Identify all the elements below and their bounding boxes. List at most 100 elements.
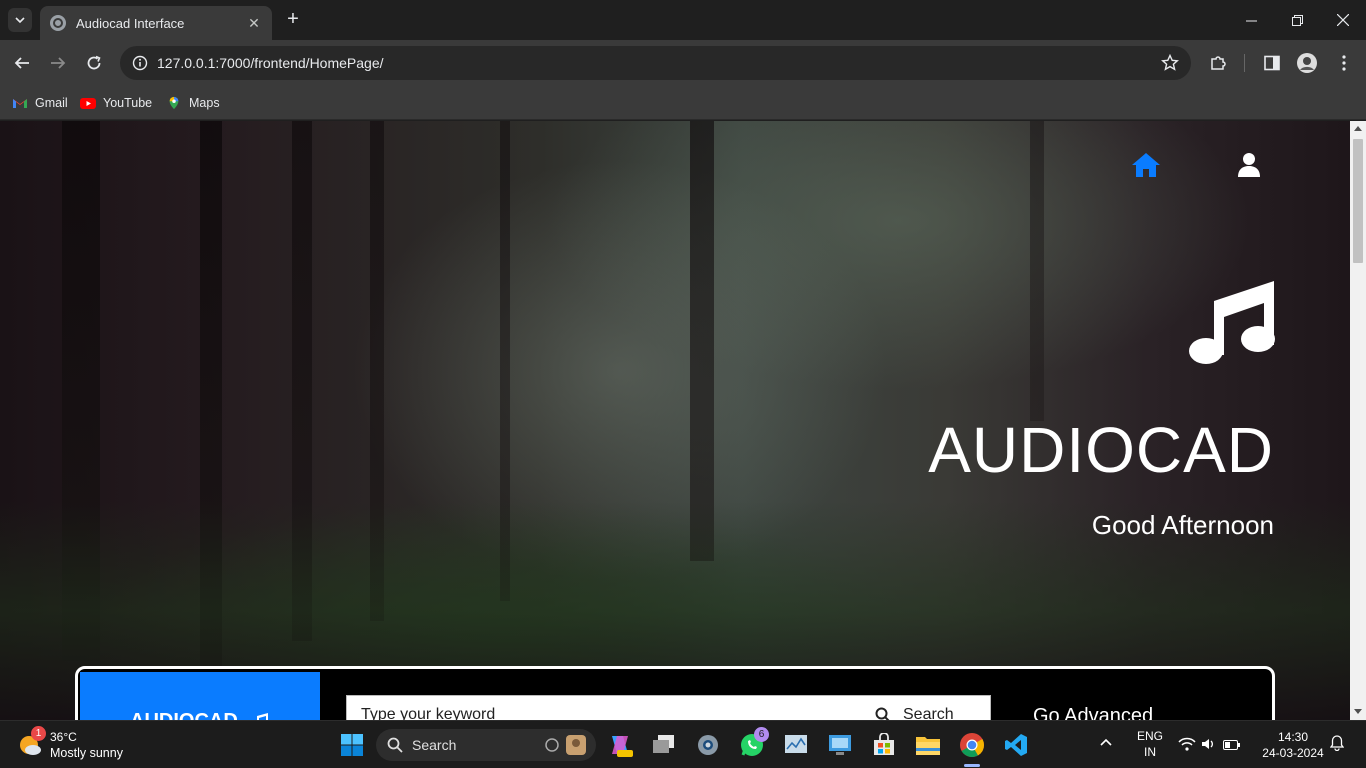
whatsapp-badge: 6 [754,727,769,742]
search-input[interactable] [361,706,841,720]
tab-title: Audiocad Interface [76,15,185,31]
bookmark-maps[interactable]: Maps [166,93,220,113]
active-app-indicator [964,764,980,767]
chevron-down-icon [15,17,25,24]
notifications-button[interactable] [1329,735,1345,754]
minimize-icon [1245,20,1257,21]
scroll-down-arrow[interactable] [1354,709,1362,714]
gear-icon [698,735,718,755]
minimize-button[interactable] [1228,0,1274,40]
maps-icon [169,96,179,110]
gmail-icon [13,99,27,108]
chrome-icon [960,733,984,758]
background-tree [690,121,714,561]
start-button[interactable] [336,729,368,761]
avatar-icon [1297,53,1317,73]
search-brand-label: AUDIOCAD [130,710,238,720]
profile-avatar[interactable] [1297,53,1317,73]
taskbar-task-view[interactable] [648,729,680,761]
tab-close-icon[interactable]: ✕ [246,15,262,32]
browser-toolbar: 127.0.0.1:7000/frontend/HomePage/ [0,40,1366,86]
scroll-up-arrow[interactable] [1354,126,1362,131]
forward-button[interactable] [46,51,70,75]
taskbar-chrome[interactable] [956,729,988,761]
info-icon[interactable] [132,55,148,71]
folder-icon [916,737,940,755]
globe-icon [50,15,66,31]
restore-icon [1291,14,1303,26]
taskbar-vscode[interactable] [1000,729,1032,761]
page-scrollbar[interactable] [1350,121,1366,720]
taskbar-search[interactable]: Search [376,729,596,761]
vscode-icon [1005,734,1027,756]
copilot-icon [612,736,633,757]
bell-icon [1329,735,1345,752]
puzzle-icon [1211,56,1226,70]
language-region: IN [1144,745,1156,759]
weather-badge: 1 [31,726,46,741]
bookmarks-bar: Gmail YouTube Maps [0,86,1366,120]
show-hidden-icons[interactable] [1100,735,1112,749]
clock-date: 24-03-2024 [1262,746,1324,760]
search-button-label: Search [903,706,954,720]
youtube-icon [80,98,96,109]
search-field[interactable]: Search [346,695,991,720]
bookmark-label: Gmail [35,96,68,110]
weather-desc: Mostly sunny [50,746,123,760]
music-note-icon [257,713,269,720]
arrow-left-icon [14,57,29,69]
back-button[interactable] [10,51,34,75]
side-panel-button[interactable] [1262,53,1282,73]
clock-time: 14:30 [1277,730,1309,744]
toolbar-divider [1244,54,1245,72]
bookmark-gmail[interactable]: Gmail [12,93,68,113]
arrow-right-icon [51,57,66,69]
taskbar-whatsapp[interactable]: 6 [736,727,769,761]
background-tree [1030,121,1044,421]
chart-app-icon [785,735,807,753]
taskbar-copilot[interactable] [604,729,636,761]
clock[interactable]: 14:30 24-03-2024 [1258,730,1328,760]
taskbar-store[interactable] [868,729,900,761]
reload-button[interactable] [82,51,106,75]
extensions-button[interactable] [1208,53,1228,73]
url-text[interactable]: 127.0.0.1:7000/frontend/HomePage/ [157,55,384,71]
star-icon[interactable] [1161,54,1179,72]
home-icon[interactable] [1131,151,1161,179]
bookmark-youtube[interactable]: YouTube [80,93,152,113]
wifi-icon [1178,737,1196,751]
scrollbar-thumb[interactable] [1353,139,1363,263]
close-window-button[interactable] [1320,0,1366,40]
language-indicator[interactable]: ENG IN [1136,729,1164,759]
restore-button[interactable] [1274,0,1320,40]
weather-widget[interactable]: 1 36°C Mostly sunny [18,726,158,763]
search-icon [387,737,403,753]
go-advanced-link[interactable]: Go Advanced [1033,705,1153,720]
reload-icon [87,55,101,70]
active-tab[interactable]: Audiocad Interface ✕ [40,6,272,40]
volume-icon [1202,739,1214,749]
chevron-up-icon [1100,738,1112,746]
user-icon[interactable] [1236,151,1262,179]
quick-settings[interactable] [1178,737,1241,754]
side-panel-icon [1264,55,1280,71]
hero-section: AUDIOCAD Good Afternoon AUDIOCAD Search … [0,121,1350,720]
menu-button[interactable] [1334,53,1354,73]
address-bar[interactable]: 127.0.0.1:7000/frontend/HomePage/ [120,46,1191,80]
search-highlight-icon [545,735,586,755]
taskbar-settings[interactable] [692,729,724,761]
new-tab-button[interactable]: + [282,8,304,30]
windows-taskbar: 1 36°C Mostly sunny Search 6 ENG IN 14:3… [0,720,1366,768]
browser-title-bar: Audiocad Interface ✕ + [0,0,1366,40]
more-vert-icon [1342,55,1346,71]
taskbar-monitor-app[interactable] [780,729,812,761]
taskbar-file-explorer[interactable] [912,729,944,761]
tab-search-button[interactable] [8,8,32,32]
taskbar-paint-app[interactable] [824,729,856,761]
search-panel: AUDIOCAD Search Go Advanced [75,666,1275,720]
close-icon [1337,14,1349,26]
music-note-icon [1189,281,1275,364]
remote-desktop-icon [829,735,851,755]
store-icon [874,733,894,755]
search-button[interactable]: Search [875,706,954,720]
